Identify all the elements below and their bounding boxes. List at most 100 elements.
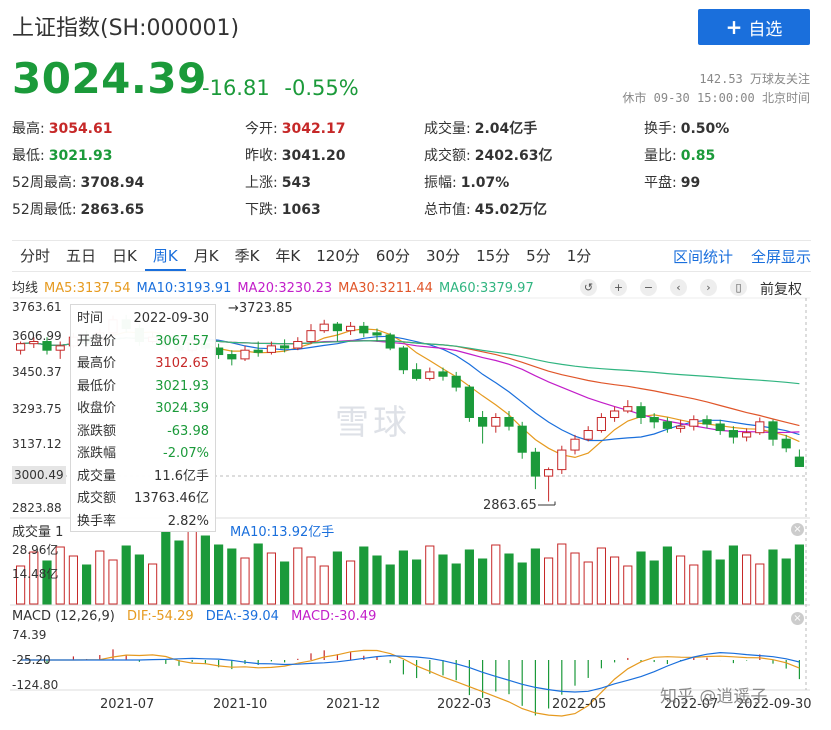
volume-bar: [398, 550, 408, 605]
volume-bar: [227, 548, 237, 605]
candle-body: [240, 349, 250, 360]
macd-axis-mid: -25.20: [12, 653, 51, 667]
candle-body: [649, 416, 659, 423]
volume-bar: [385, 564, 395, 605]
candle-body: [557, 449, 567, 471]
tooltip-row: 涨跌额 -63.98: [77, 421, 209, 444]
volume-bar: [504, 553, 514, 605]
candle-body: [412, 369, 422, 379]
volume-bar: [768, 549, 778, 605]
volume-bar: [596, 547, 606, 605]
candle-tooltip: 时间 2022-09-30 开盘价 3067.57 最高价 3102.65 最低价 3021.…: [70, 304, 216, 532]
credit-watermark: 知乎 @逍遥子: [660, 687, 768, 707]
tooltip-label: 成交额: [77, 491, 117, 506]
candle-body: [755, 421, 765, 434]
volume-bar: [95, 550, 105, 605]
tooltip-value: 13763.46亿: [133, 491, 209, 506]
volume-bar: [174, 540, 184, 605]
volume-bar: [689, 564, 699, 605]
tooltip-row: 涨跌幅 -2.07%: [77, 443, 209, 466]
watermark-logo: 雪球: [335, 403, 411, 443]
volume-bar: [649, 560, 659, 605]
volume-bar: [715, 559, 725, 605]
date-tick: 2021-12: [326, 697, 381, 712]
candle-body: [464, 386, 474, 418]
candle-body: [332, 323, 342, 332]
tooltip-row: 最低价 3021.93: [77, 376, 209, 399]
volume-bar: [755, 563, 765, 605]
volume-bar: [240, 557, 250, 605]
tooltip-value: -63.98: [167, 423, 209, 439]
volume-bar: [728, 545, 738, 605]
candle-body: [702, 419, 712, 425]
volume-bar: [108, 559, 118, 605]
tooltip-value: 3067.57: [155, 333, 209, 349]
candle-body: [662, 421, 672, 429]
candle-body: [478, 416, 488, 427]
close-macd-icon[interactable]: ×: [791, 612, 804, 625]
macd-axis-top: 74.39: [12, 628, 47, 642]
candle-body: [253, 349, 263, 353]
volume-bar: [82, 564, 92, 605]
volume-axis-top: 28.96亿: [12, 543, 59, 557]
volume-bar: [478, 558, 488, 605]
candle-body: [636, 406, 646, 418]
date-tick: 2022-05: [552, 697, 607, 712]
volume-bar: [425, 545, 435, 605]
date-tick: 2022-03: [437, 697, 492, 712]
volume-bar: [583, 561, 593, 605]
tooltip-label: 最低价: [77, 378, 117, 394]
candle-body: [728, 430, 738, 438]
volume-bar: [636, 551, 646, 605]
tooltip-label: 涨跌额: [77, 423, 117, 439]
volume-bar: [557, 543, 567, 605]
volume-bar: [306, 556, 316, 605]
volume-bar: [662, 546, 672, 605]
tooltip-row: 成交额 13763.46亿: [77, 488, 209, 511]
volume-bar: [346, 560, 356, 605]
tooltip-label: 最高价: [77, 356, 117, 371]
date-tick: 2021-07: [100, 697, 155, 712]
volume-bar: [253, 543, 263, 605]
tooltip-value: 3024.39: [155, 401, 209, 416]
price-axis-tick: 3293.75: [12, 402, 62, 416]
tooltip-value: 2022-09-30: [133, 311, 209, 326]
volume-bar: [332, 551, 342, 605]
tooltip-label: 开盘价: [77, 333, 117, 349]
candle-body: [623, 406, 633, 412]
candle-body: [491, 416, 501, 427]
price-axis-tick: 3137.12: [12, 437, 62, 451]
candle-body: [715, 423, 725, 432]
volume-bar: [702, 550, 712, 605]
candle-body: [504, 416, 514, 427]
volume-bar: [451, 563, 461, 605]
volume-bar: [200, 535, 210, 605]
volume-bar: [438, 554, 448, 605]
volume-bar: [68, 555, 78, 605]
volume-bar: [742, 554, 752, 605]
volume-bar: [359, 546, 369, 605]
tooltip-row: 开盘价 3067.57: [77, 331, 209, 354]
volume-axis-mid: 14.48亿: [12, 567, 59, 581]
candle-body: [266, 345, 276, 353]
tooltip-label: 收盘价: [77, 401, 117, 416]
macd-axis-bottom: -124.80: [12, 678, 59, 692]
close-volume-icon[interactable]: ×: [791, 523, 804, 536]
volume-legend: 成交量 1 MA10:13.92亿手: [12, 521, 334, 540]
candle-body: [768, 421, 778, 440]
candle-body: [689, 419, 699, 427]
tooltip-label: 成交量: [77, 468, 117, 484]
candle-body: [676, 425, 686, 429]
tooltip-value: 2.82%: [167, 513, 209, 529]
candle-body: [438, 371, 448, 377]
candle-body: [55, 345, 65, 351]
tooltip-row: 成交量 11.6亿手: [77, 466, 209, 489]
volume-bar: [517, 562, 527, 605]
candle-body: [319, 323, 329, 332]
price-axis-tick: 2823.88: [12, 501, 62, 515]
candle-body: [544, 469, 554, 477]
volume-bar: [134, 554, 144, 605]
candle-body: [372, 332, 382, 336]
tooltip-row: 最高价 3102.65: [77, 353, 209, 376]
tooltip-label: 时间: [77, 311, 104, 326]
